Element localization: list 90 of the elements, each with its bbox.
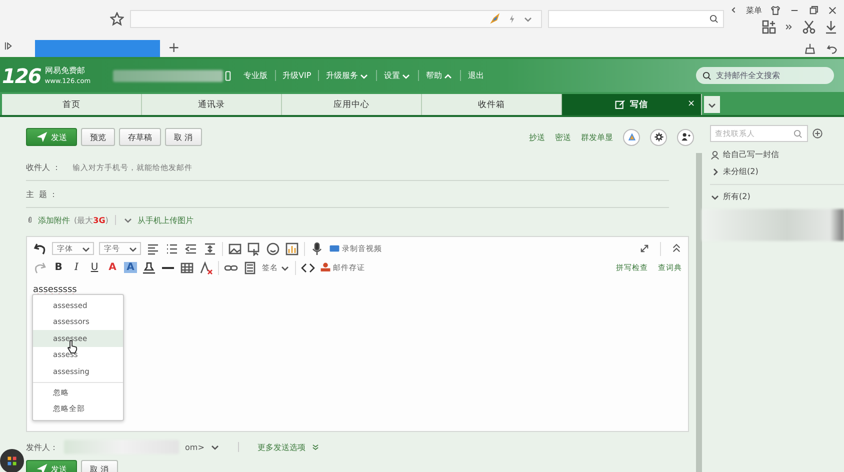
line-spacing-icon[interactable]	[203, 242, 217, 256]
header-link[interactable]: 升级VIP	[274, 70, 318, 81]
star-icon[interactable]	[110, 12, 124, 26]
attach-limit: (最大3G)	[74, 214, 108, 226]
hand-cursor-icon	[67, 340, 78, 354]
close-icon[interactable]	[827, 4, 838, 16]
new-tab-button[interactable]: +	[160, 40, 188, 57]
double-caret-icon[interactable]	[311, 442, 320, 452]
undo-icon[interactable]	[33, 242, 47, 256]
broom-icon[interactable]	[804, 43, 816, 55]
indent-icon[interactable]	[184, 242, 198, 256]
logo[interactable]: 126	[2, 64, 41, 88]
bold-button[interactable]: B	[52, 262, 65, 273]
stamp-icon	[320, 262, 331, 273]
brand-name: 网易免费邮	[44, 66, 86, 76]
header-link[interactable]: 设置	[376, 70, 418, 81]
image-icon[interactable]	[228, 242, 242, 256]
sender-address[interactable]: om>	[185, 442, 204, 452]
scrollbar[interactable]	[696, 153, 702, 472]
chart-icon[interactable]	[285, 242, 299, 256]
search-icon[interactable]	[709, 14, 719, 24]
write-self-link[interactable]: 给自己写一封信	[723, 149, 779, 160]
person-plus-icon	[680, 132, 690, 142]
nav-tab[interactable]: 首页	[2, 94, 142, 115]
list-icon[interactable]	[165, 242, 179, 256]
recipient-label: 收件人 ：	[26, 162, 61, 172]
collapse-icon[interactable]	[671, 243, 682, 254]
close-tab-button[interactable]: ×	[687, 99, 695, 109]
message-text: assesssss	[33, 285, 77, 295]
phone-icon[interactable]	[222, 70, 233, 82]
send-icon	[36, 463, 48, 472]
search-icon	[793, 128, 803, 138]
font-color-button[interactable]: A	[106, 262, 119, 273]
send-icon	[36, 131, 48, 143]
person-icon	[710, 150, 720, 160]
nav-tab[interactable]: 应用中心	[282, 94, 422, 115]
expand-icon[interactable]	[639, 243, 650, 254]
header-link[interactable]: 专业版	[236, 70, 275, 81]
microphone-icon[interactable]	[310, 242, 324, 256]
contact-group[interactable]: 未分组(2)	[710, 163, 844, 180]
apps-button[interactable]	[0, 449, 24, 472]
contact-group[interactable]: 所有(2)	[710, 188, 844, 205]
nav-tab[interactable]: 收件箱	[422, 94, 562, 115]
video-icon	[329, 243, 340, 254]
template-icon[interactable]	[243, 260, 257, 274]
header-link[interactable]: 退出	[460, 70, 492, 81]
toolbar-button[interactable]: 取 消	[165, 128, 202, 146]
apps-icon[interactable]	[762, 20, 776, 34]
emoji-icon[interactable]	[266, 242, 280, 256]
sidebar-toggle-icon[interactable]	[4, 40, 14, 52]
toolbar-button[interactable]: 存草稿	[119, 128, 161, 146]
download-icon[interactable]	[824, 20, 838, 34]
clear-format-icon[interactable]	[199, 260, 213, 274]
edit-icon	[615, 99, 626, 110]
subject-label: 主 题 ：	[26, 188, 58, 200]
settings-button[interactable]	[650, 128, 667, 146]
undo-icon[interactable]	[826, 43, 838, 55]
table-icon[interactable]	[180, 260, 194, 274]
stationery-button[interactable]	[623, 128, 640, 146]
shirt-icon[interactable]	[770, 4, 781, 16]
send-button[interactable]: 发送	[26, 128, 77, 146]
toolbar-button[interactable]: 预览	[81, 128, 115, 146]
gear-icon	[654, 132, 664, 142]
grid-icon	[6, 455, 18, 467]
header-link[interactable]: 升级服务	[318, 70, 376, 81]
underline-button[interactable]: U	[88, 262, 101, 273]
mail-search-field[interactable]: 支持邮件全文搜索	[696, 67, 834, 84]
restore-icon[interactable]	[808, 4, 819, 16]
menu-label[interactable]: 菜单	[746, 4, 762, 16]
align-icon[interactable]	[146, 242, 160, 256]
browser-search-field[interactable]	[548, 10, 724, 28]
add-icon[interactable]	[812, 128, 823, 139]
search-icon	[702, 70, 712, 80]
code-icon[interactable]	[301, 260, 315, 274]
screenshot-icon[interactable]	[247, 242, 261, 256]
tab-menu-button[interactable]	[704, 96, 720, 113]
nav-tab[interactable]: 通讯录	[142, 94, 282, 115]
upload-phone-link[interactable]: 从手机上传图片	[137, 214, 194, 226]
attach-link[interactable]: 添加附件	[38, 214, 70, 226]
sender-label: 发件人：	[26, 442, 58, 452]
recipient-link[interactable]: 群发单显	[581, 132, 613, 142]
recipient-link[interactable]: 抄送	[529, 132, 545, 142]
scissors-icon[interactable]	[802, 20, 816, 34]
nav-tab[interactable]: 写信 ×	[562, 94, 702, 115]
add-contact-button[interactable]	[677, 128, 694, 146]
italic-button[interactable]: I	[70, 262, 83, 273]
more-options-link[interactable]: 更多发送选项	[257, 442, 306, 452]
recipient-link[interactable]: 密送	[555, 132, 571, 142]
back-icon[interactable]	[730, 5, 738, 15]
header-link[interactable]: 帮助	[418, 70, 460, 81]
